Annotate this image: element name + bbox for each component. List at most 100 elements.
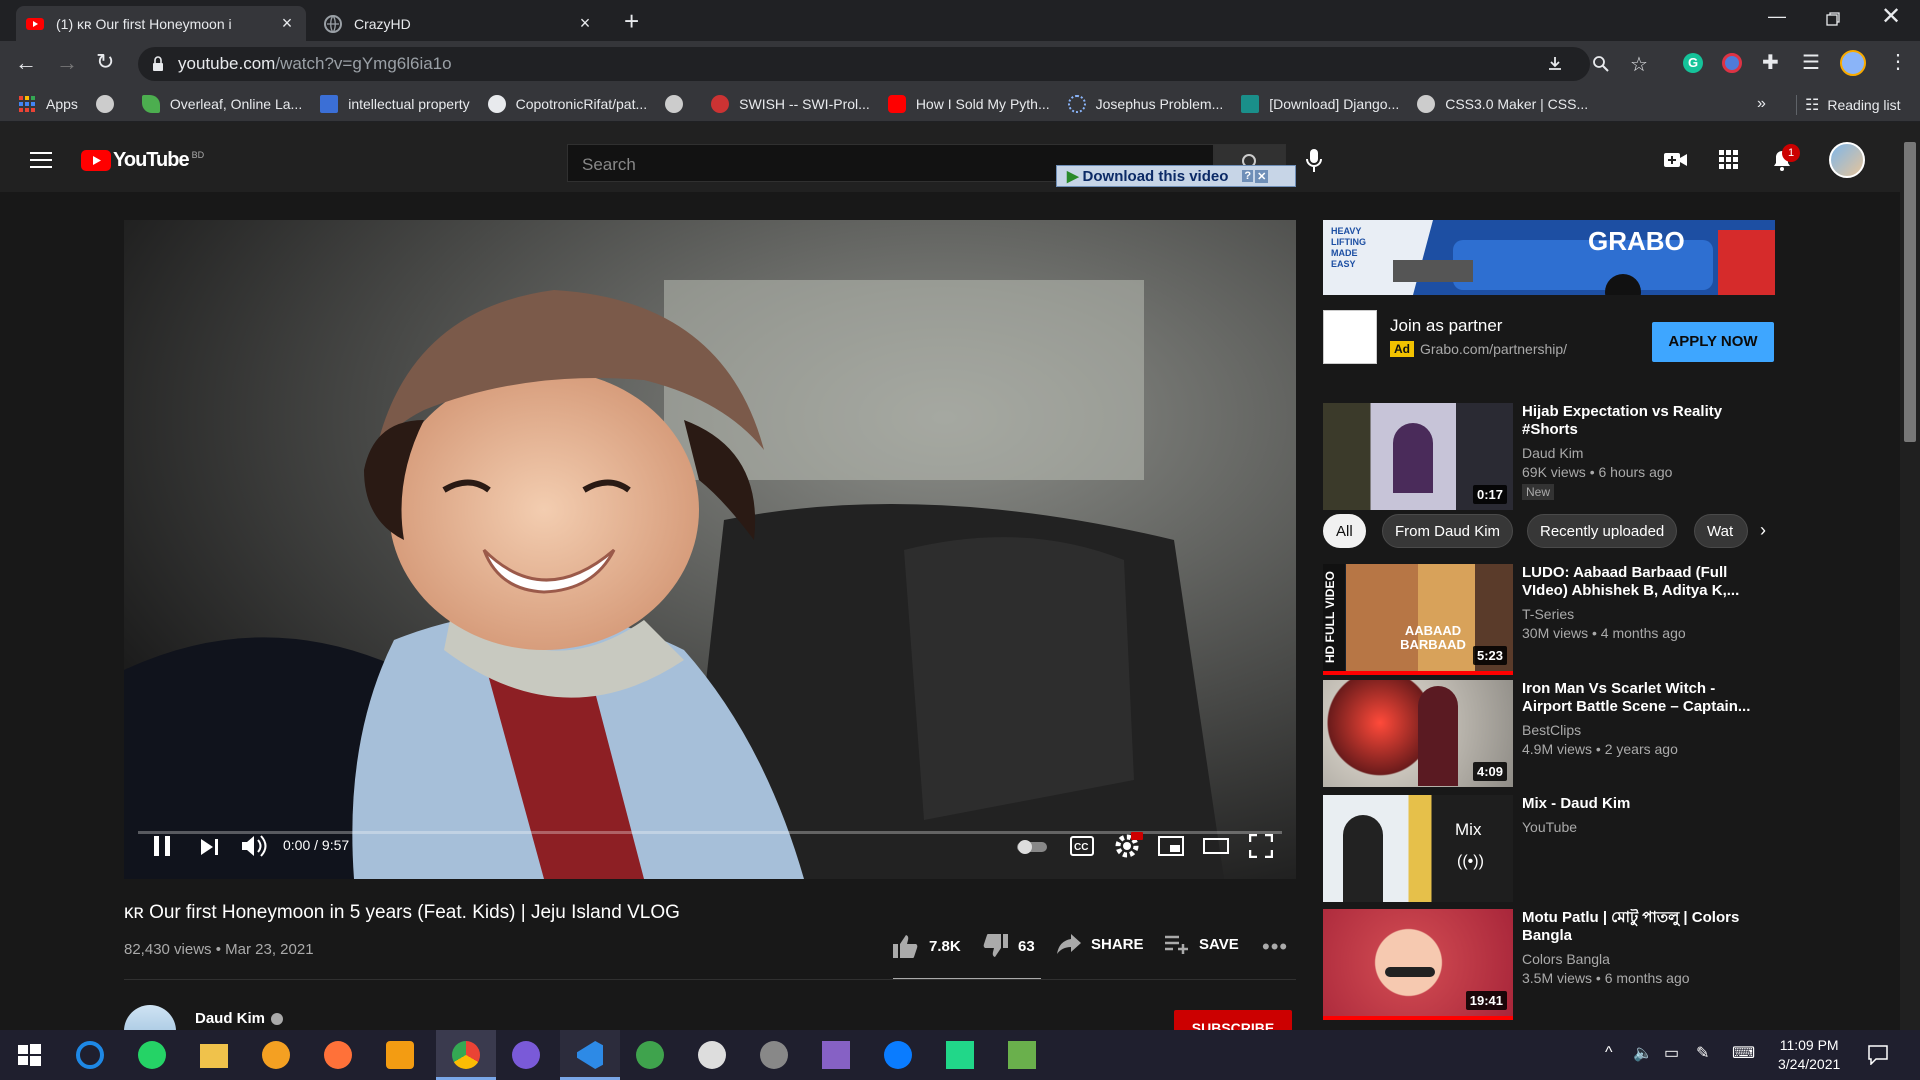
captions-icon[interactable]: CC — [1070, 836, 1094, 856]
zoom-icon[interactable] — [1592, 55, 1610, 73]
firefox-icon[interactable] — [324, 1041, 352, 1069]
media-control-icon[interactable]: ☰ — [1802, 50, 1820, 75]
extension-icon[interactable] — [1722, 53, 1742, 73]
hamburger-menu-icon[interactable] — [30, 152, 52, 168]
sidebar-video-info[interactable]: Motu Patlu | মোটু পাতলু | Colors Bangla … — [1522, 909, 1757, 986]
pen-tray-icon[interactable]: ✎ — [1696, 1043, 1709, 1063]
sidebar-video-info[interactable]: Mix - Daud Kim YouTube — [1522, 795, 1757, 835]
bookmark-github[interactable]: CopotronicRifat/pat... — [487, 95, 647, 113]
clock[interactable]: 11:09 PM 3/24/2021 — [1778, 1036, 1840, 1074]
reload-button[interactable]: ↻ — [96, 49, 114, 75]
video-player[interactable]: 0:00 / 9:57 CC — [124, 220, 1296, 879]
miniplayer-icon[interactable] — [1158, 836, 1184, 856]
volume-tray-icon[interactable]: 🔈 — [1633, 1043, 1653, 1063]
dislike-button[interactable]: 63 — [982, 934, 1035, 958]
profile-avatar[interactable] — [1840, 50, 1866, 76]
new-tab-button[interactable]: + — [624, 6, 639, 37]
ad-title[interactable]: Join as partner — [1390, 316, 1502, 336]
chip-recently-uploaded[interactable]: Recently uploaded — [1527, 514, 1678, 548]
ad-banner[interactable]: HEAVY LIFTING MADE EASY GRABO — [1323, 220, 1775, 295]
tab-close-icon[interactable]: × — [576, 13, 594, 34]
grammarly-icon[interactable]: G — [1683, 53, 1703, 73]
more-actions-icon[interactable]: ••• — [1262, 934, 1288, 960]
keyboard-tray-icon[interactable]: ⌨ — [1732, 1043, 1755, 1063]
progress-bar[interactable] — [138, 831, 1282, 834]
bookmark-globe[interactable] — [95, 95, 124, 113]
app-icon[interactable] — [262, 1041, 290, 1069]
app-icon[interactable] — [698, 1041, 726, 1069]
visual-studio-icon[interactable] — [822, 1041, 850, 1069]
volume-icon[interactable] — [242, 834, 268, 858]
sidebar-video-thumbnail[interactable]: HD FULL VIDEO AABAAD BARBAAD 5:23 — [1323, 564, 1513, 675]
bookmark-josephus[interactable]: Josephus Problem... — [1067, 95, 1223, 113]
chrome-menu-icon[interactable]: ⋮ — [1888, 49, 1908, 74]
action-center-icon[interactable] — [1868, 1045, 1888, 1065]
bookmark-star-icon[interactable]: ☆ — [1630, 52, 1648, 77]
tab-youtube[interactable]: (1) ᴋʀ Our first Honeymoon i × — [16, 6, 306, 41]
sidebar-video-thumbnail[interactable]: 0:17 — [1323, 403, 1513, 510]
create-video-icon[interactable] — [1664, 152, 1688, 168]
file-explorer-icon[interactable] — [200, 1044, 228, 1068]
page-scrollbar[interactable] — [1900, 122, 1920, 1030]
whatsapp-icon[interactable] — [138, 1041, 166, 1069]
help-icon[interactable]: ? — [1242, 170, 1254, 182]
download-video-button[interactable]: ▶ Download this video ? ✕ — [1056, 165, 1296, 187]
chip-from-channel[interactable]: From Daud Kim — [1382, 514, 1514, 548]
chevron-right-icon[interactable]: › — [1748, 520, 1778, 541]
sidebar-video-info[interactable]: Iron Man Vs Scarlet Witch - Airport Batt… — [1522, 680, 1757, 757]
tray-chevron-icon[interactable]: ^ — [1605, 1044, 1613, 1062]
chip-watched[interactable]: Wat — [1694, 514, 1748, 548]
bookmark-swish[interactable]: SWISH -- SWI-Prol... — [711, 95, 870, 113]
fullscreen-icon[interactable] — [1249, 834, 1273, 858]
install-icon[interactable] — [1546, 55, 1564, 73]
back-button[interactable]: ← — [15, 50, 37, 76]
sidebar-mix-thumbnail[interactable]: Mix ((•)) — [1323, 795, 1513, 902]
bookmark-apps[interactable]: Apps — [18, 95, 78, 113]
bookmarks-overflow-button[interactable]: » — [1757, 95, 1766, 113]
channel-name-link[interactable]: Daud Kim — [195, 1010, 284, 1027]
tab-crazyhd[interactable]: CrazyHD × — [314, 6, 604, 41]
sidebar-video-info[interactable]: Hijab Expectation vs Reality #Shorts Dau… — [1522, 403, 1757, 501]
scrollbar-thumb[interactable] — [1904, 142, 1916, 442]
vscode-taskbar-active[interactable] — [560, 1030, 620, 1080]
reading-list-button[interactable]: ☷ Reading list — [1796, 95, 1901, 115]
tab-close-icon[interactable]: × — [278, 13, 296, 34]
theater-mode-icon[interactable] — [1203, 836, 1229, 856]
bookmark-youtube[interactable]: How I Sold My Pyth... — [887, 95, 1050, 113]
puzzle-extensions-icon[interactable]: ✚ — [1762, 50, 1779, 75]
pause-icon[interactable] — [154, 836, 170, 856]
bookmark-globe-2[interactable] — [665, 95, 693, 113]
share-button[interactable]: SHARE — [1057, 934, 1144, 954]
minimize-button[interactable]: — — [1768, 6, 1786, 27]
app-icon[interactable] — [636, 1041, 664, 1069]
bookmark-css3-maker[interactable]: CSS3.0 Maker | CSS... — [1417, 95, 1588, 113]
windows-start-icon[interactable] — [12, 1038, 46, 1072]
pycharm-icon[interactable] — [946, 1041, 974, 1069]
settings-gear-icon[interactable] — [1115, 832, 1143, 858]
close-window-button[interactable]: ✕ — [1881, 2, 1901, 31]
close-icon[interactable]: ✕ — [1255, 169, 1269, 183]
apps-grid-icon[interactable] — [1719, 150, 1739, 170]
assistant-icon[interactable] — [76, 1041, 104, 1069]
chrome-taskbar-active[interactable] — [436, 1030, 496, 1080]
like-button[interactable]: 7.8K — [893, 934, 961, 958]
bookmark-overleaf[interactable]: Overleaf, Online La... — [141, 95, 302, 113]
subscribe-button[interactable]: SUBSCRIBE — [1174, 1010, 1292, 1030]
forward-button[interactable]: → — [56, 50, 78, 76]
bookmark-intellectual-property[interactable]: intellectual property — [320, 95, 470, 113]
youtube-logo[interactable]: YouTube BD — [81, 149, 204, 172]
microphone-icon[interactable] — [1306, 149, 1322, 173]
save-button[interactable]: SAVE — [1165, 934, 1239, 954]
bookmark-django[interactable]: [Download] Django... — [1241, 95, 1399, 113]
next-icon[interactable] — [201, 839, 219, 855]
ad-logo[interactable] — [1323, 310, 1377, 364]
apply-now-button[interactable]: APPLY NOW — [1652, 322, 1774, 362]
address-bar[interactable]: youtube.com/watch?v=gYmg6l6ia1o ☆ — [138, 47, 1648, 81]
messenger-icon[interactable] — [884, 1041, 912, 1069]
sidebar-video-info[interactable]: LUDO: Aabaad Barbaad (Full VIdeo) Abhish… — [1522, 564, 1757, 641]
sidebar-video-thumbnail[interactable]: 19:41 — [1323, 909, 1513, 1020]
account-avatar[interactable] — [1829, 142, 1865, 178]
restore-button[interactable] — [1826, 12, 1840, 26]
app-icon[interactable] — [760, 1041, 788, 1069]
github-desktop-icon[interactable] — [512, 1041, 540, 1069]
